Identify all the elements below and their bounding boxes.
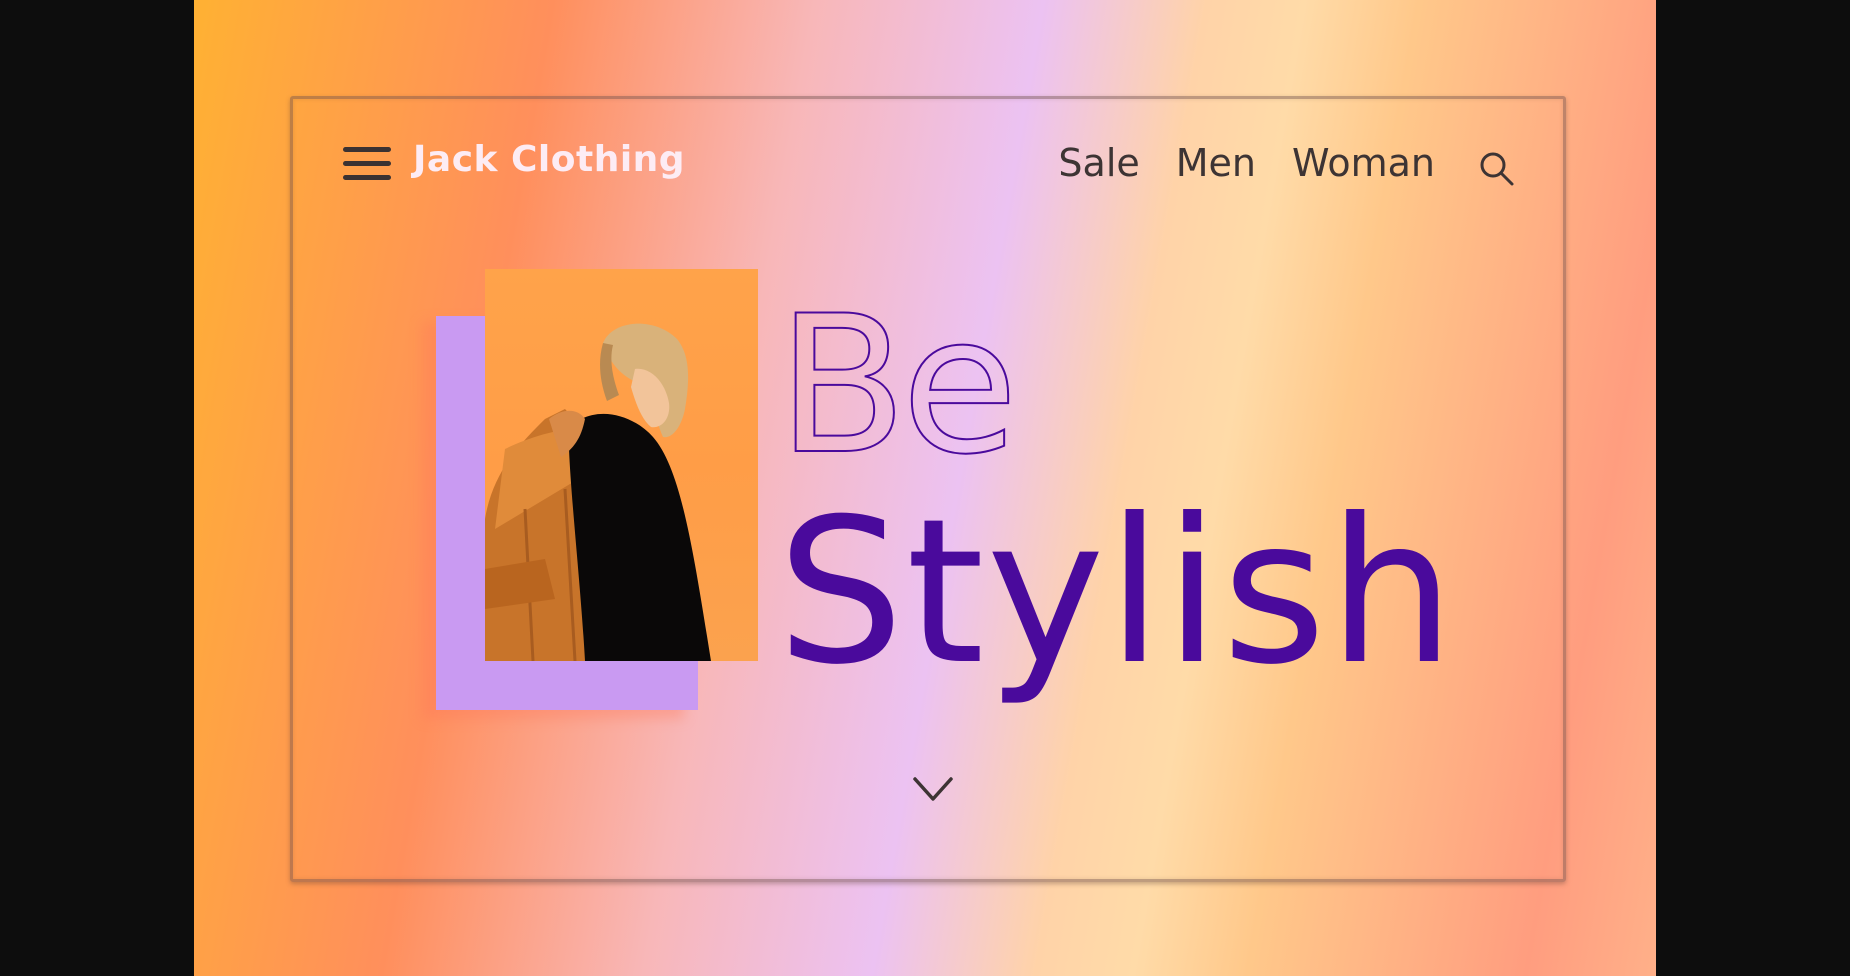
hero-photo	[485, 269, 758, 661]
brand-logo[interactable]: Jack Clothing	[413, 139, 685, 180]
hero-frame: Jack Clothing Sale Men Woman Be Stylish	[290, 96, 1566, 882]
menu-bar	[343, 161, 391, 166]
chevron-down-icon[interactable]	[911, 775, 955, 805]
menu-bar	[343, 175, 391, 180]
nav-item-woman[interactable]: Woman	[1292, 141, 1435, 185]
search-icon[interactable]	[1477, 149, 1517, 189]
headline-line-1: Be	[776, 275, 1019, 496]
menu-bar	[343, 147, 391, 152]
model-illustration	[485, 323, 711, 661]
page-background: Jack Clothing Sale Men Woman Be Stylish	[194, 0, 1656, 976]
headline-line-2: Stylish	[777, 476, 1457, 709]
nav-item-men[interactable]: Men	[1176, 141, 1256, 185]
nav-item-sale[interactable]: Sale	[1058, 141, 1139, 185]
hamburger-menu-icon[interactable]	[343, 145, 391, 185]
main-nav: Sale Men Woman	[1058, 141, 1435, 185]
